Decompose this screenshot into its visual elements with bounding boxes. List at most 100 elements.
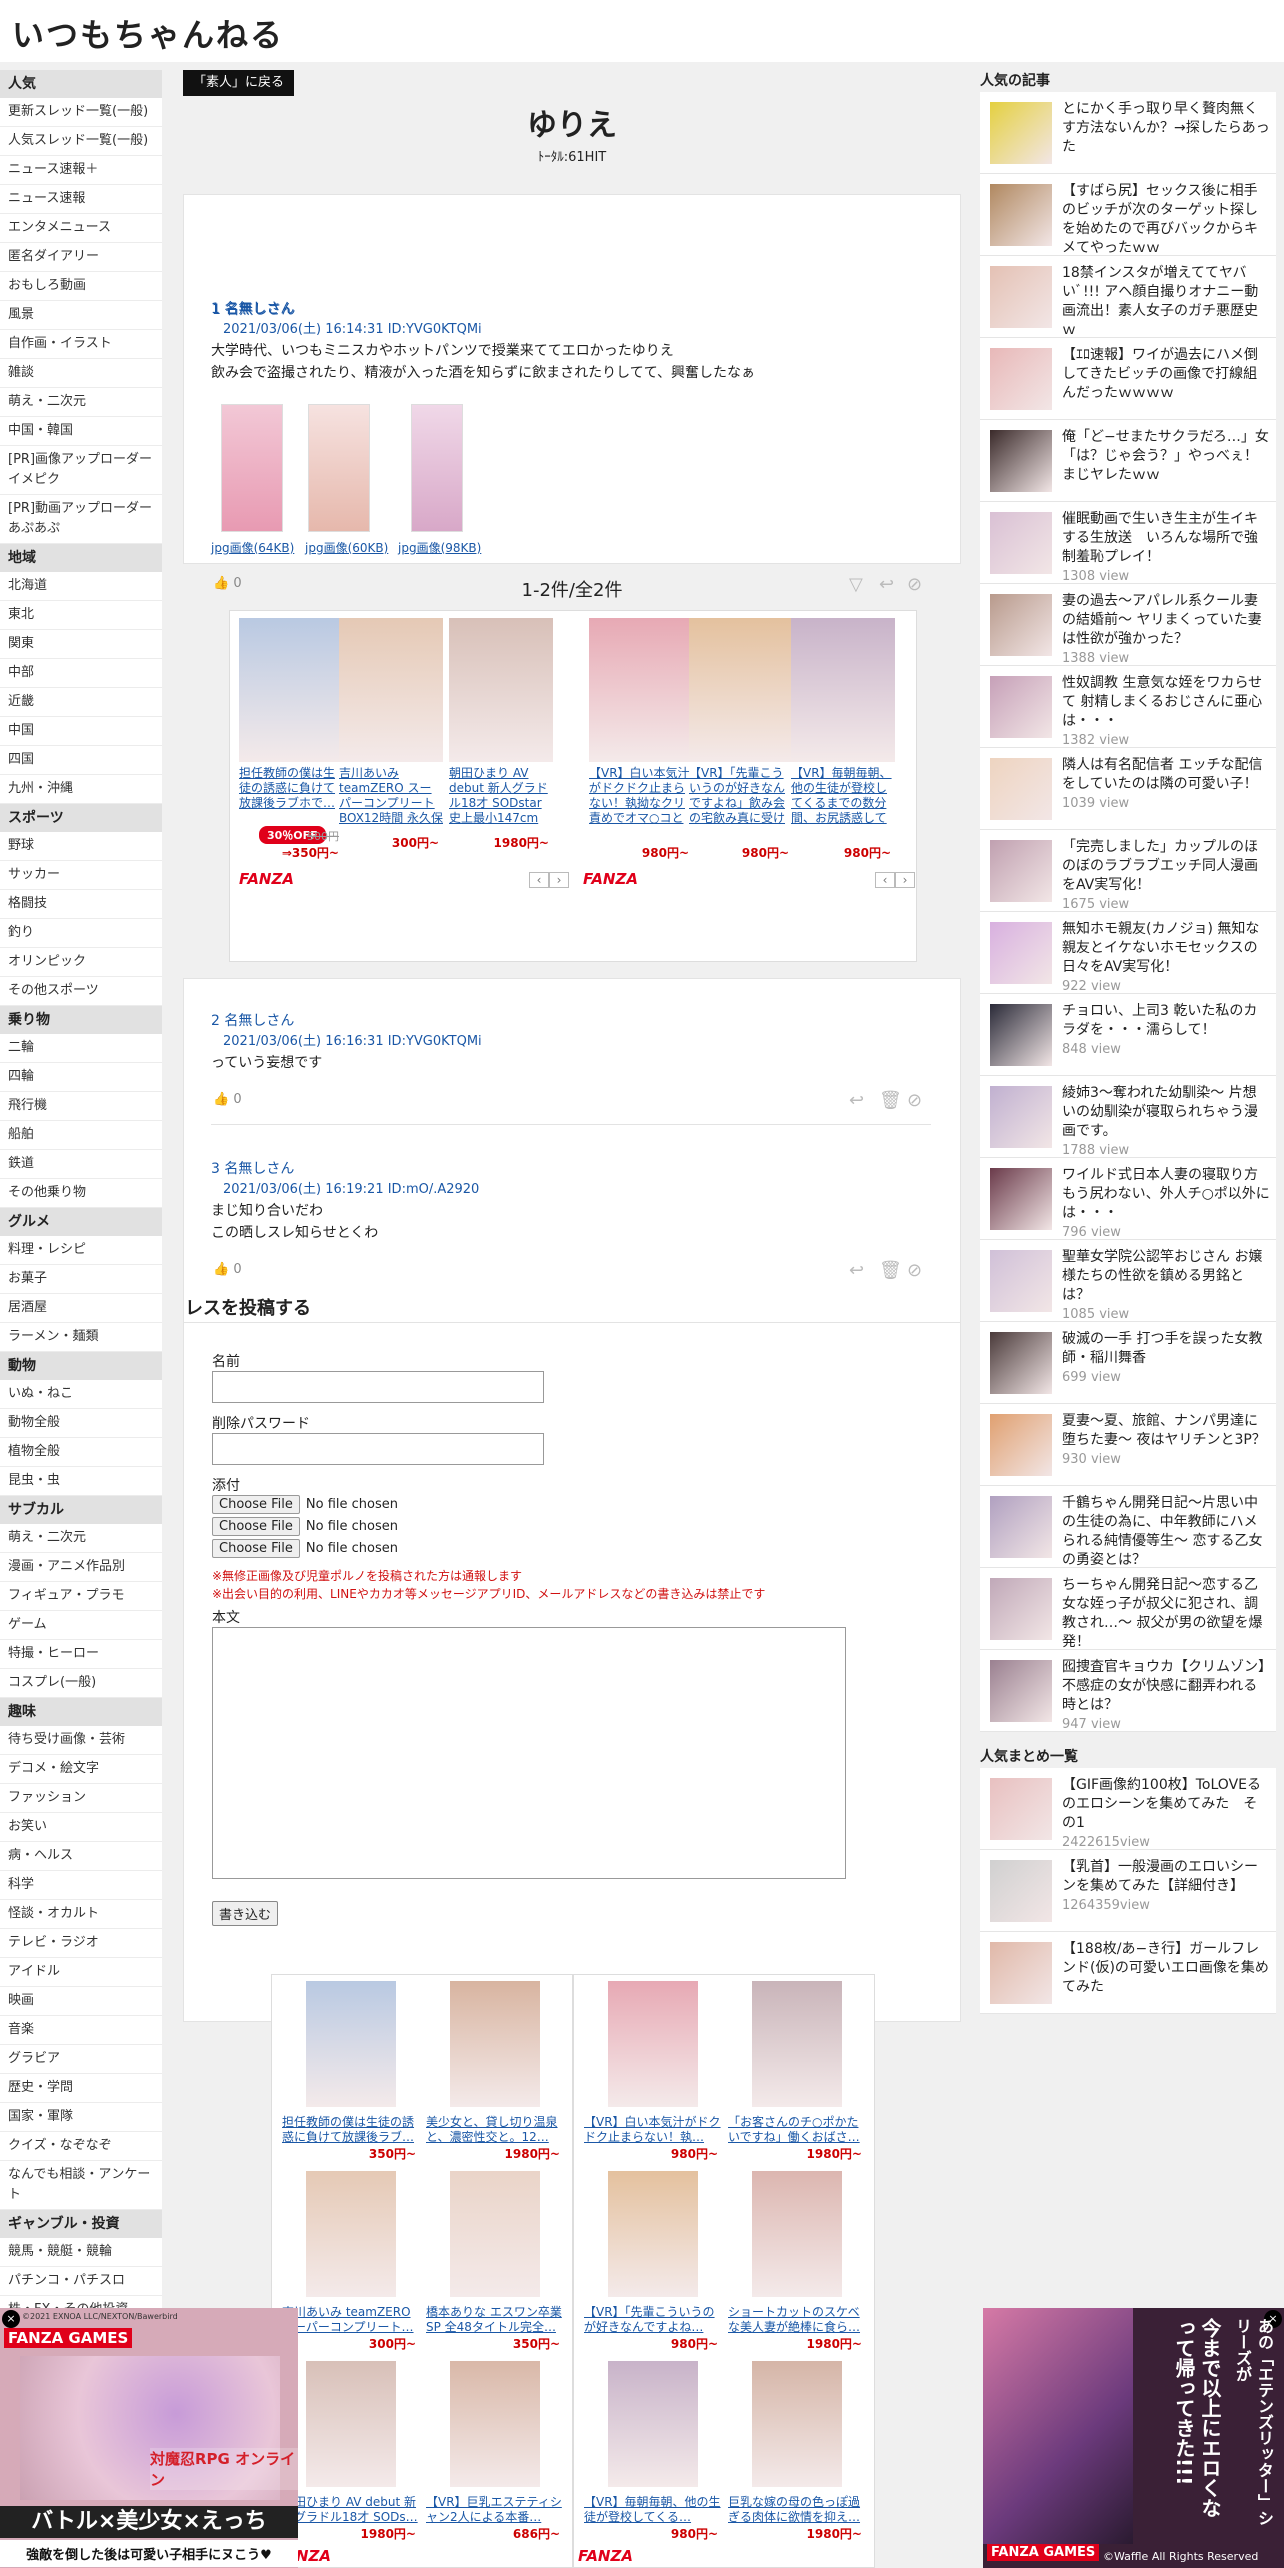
article-item[interactable]: 【GIF画像約100枚】ToLOVEるのエロシーンを集めてみた その1 24226… [980, 1768, 1276, 1850]
attached-image[interactable] [411, 404, 463, 532]
nav-item[interactable]: 歴史・学問 [0, 2074, 162, 2103]
ad-title[interactable]: 「お客さんのチ○ポかたいですね」働くおばさ… [728, 2115, 866, 2145]
article-thumbnail[interactable] [990, 676, 1052, 738]
nav-item[interactable]: 関東 [0, 630, 162, 659]
nav-item[interactable]: いぬ・ねこ [0, 1380, 162, 1409]
ad-title[interactable]: 巨乳な嫁の母の色っぽ過ぎる肉体に欲情を抑え… [728, 2495, 866, 2525]
article-thumbnail[interactable] [990, 1168, 1052, 1230]
trash-icon[interactable]: 🗑 [879, 1090, 902, 1111]
article-title[interactable]: 【ｴﾛ速報】ワイが過去にハメ倒してきたビッチの画像で打線組んだったｗｗｗｗ [1062, 347, 1258, 401]
nav-item[interactable]: 待ち受け画像・芸術 [0, 1726, 162, 1755]
article-item[interactable]: 【188枚/あ−き行】ガールフレンド(仮)の可愛いエロ画像を集めてみた [980, 1932, 1276, 2014]
nav-item[interactable]: 中部 [0, 659, 162, 688]
nav-item[interactable]: クイズ・なぞなぞ [0, 2132, 162, 2161]
article-thumbnail[interactable] [990, 1860, 1052, 1922]
nav-item[interactable]: ラーメン・麺類 [0, 1323, 162, 1352]
choose-file-button[interactable]: Choose File [212, 1495, 300, 1514]
prev-arrow-icon[interactable]: ‹ [875, 872, 895, 888]
nav-item[interactable]: 萌え・二次元 [0, 388, 162, 417]
ad-title[interactable]: 【VR】毎朝毎朝、他の生徒が登校してくる… [584, 2495, 722, 2525]
article-thumbnail[interactable] [990, 1250, 1052, 1312]
article-title[interactable]: 隣人は有名配信者 エッチな配信をしていたのは隣の可愛い子！ [1062, 757, 1262, 792]
article-thumbnail[interactable] [990, 348, 1052, 410]
nav-item[interactable]: 漫画・アニメ作品別 [0, 1553, 162, 1582]
next-arrow-icon[interactable]: › [895, 872, 915, 888]
reply-icon[interactable]: ↩ [849, 1260, 864, 1281]
article-thumbnail[interactable] [990, 1660, 1052, 1722]
ad-thumbnail[interactable] [752, 2171, 842, 2297]
nav-item[interactable]: なんでも相談・アンケート [0, 2161, 162, 2210]
article-title[interactable]: 夏妻～夏、旅館、ナンパ男達に堕ちた妻～ 夜はヤリチンと3P？ [1062, 1413, 1266, 1448]
nav-item[interactable]: 昆虫・虫 [0, 1467, 162, 1496]
nav-item[interactable]: その他乗り物 [0, 1179, 162, 1208]
nav-item[interactable]: 料理・レシピ [0, 1236, 162, 1265]
ad-product[interactable]: 【VR】「先輩こういうのが好きなんですよね… 980円~ [584, 2171, 722, 2357]
nav-item[interactable]: 雑談 [0, 359, 162, 388]
article-item[interactable]: ちーちゃん開発日記～恋する乙女な姪っ子が叔父に犯され、調教され…～ 叔父が男の欲… [980, 1568, 1276, 1650]
article-title[interactable]: チョロい、上司3 乾いた私のカラダを・・・濡らして！ [1062, 1003, 1257, 1038]
reply-icon[interactable]: ↩ [849, 1090, 864, 1111]
ad-title[interactable]: 美少女と、貸し切り温泉と、濃密性交と。12… [426, 2115, 564, 2145]
article-thumbnail[interactable] [990, 1332, 1052, 1394]
like-button[interactable]: 👍 0 [213, 1092, 242, 1107]
image-download-link[interactable]: jpg画像(60KB) [305, 539, 388, 556]
ad-title[interactable]: 【VR】巨乳エステティシャン2人による本番… [426, 2495, 564, 2525]
ad-thumbnail[interactable] [589, 618, 693, 762]
article-item[interactable]: 聖華女学院公認竿おじさん お嬢様たちの性欲を鎮める男銘とは？ 1085 view [980, 1240, 1276, 1322]
nav-item[interactable]: デコメ・絵文字 [0, 1755, 162, 1784]
file-input-2[interactable]: Choose File No file chosen [212, 1517, 398, 1536]
next-arrow-icon[interactable]: › [549, 872, 569, 888]
nav-item[interactable]: エンタメニュース [0, 214, 162, 243]
ad-product[interactable]: 【VR】白い本気汁がドクドク止まらない！執拗なクリ責めでオマ○コとろとろ汁くちゅ… [589, 618, 693, 868]
article-title[interactable]: 【188枚/あ−き行】ガールフレンド(仮)の可愛いエロ画像を集めてみた [1062, 1941, 1269, 1995]
ad-title[interactable]: ショートカットのスケベな美人妻が絶棒に食ら… [728, 2305, 866, 2335]
prev-arrow-icon[interactable]: ‹ [529, 872, 549, 888]
fanza-logo[interactable]: FANZA [239, 870, 294, 888]
article-item[interactable]: 【ｴﾛ速報】ワイが過去にハメ倒してきたビッチの画像で打線組んだったｗｗｗｗ [980, 338, 1276, 420]
article-thumbnail[interactable] [990, 1414, 1052, 1476]
article-title[interactable]: 聖華女学院公認竿おじさん お嬢様たちの性欲を鎮める男銘とは？ [1062, 1249, 1262, 1303]
ad-thumbnail[interactable] [689, 618, 793, 762]
article-thumbnail[interactable] [990, 1496, 1052, 1558]
article-item[interactable]: チョロい、上司3 乾いた私のカラダを・・・濡らして！ 848 view [980, 994, 1276, 1076]
nav-item[interactable]: 科学 [0, 1871, 162, 1900]
nav-item[interactable]: サッカー [0, 861, 162, 890]
article-title[interactable]: 破滅の一手 打つ手を誤った女教師・稲川舞香 [1062, 1331, 1262, 1366]
article-thumbnail[interactable] [990, 184, 1052, 246]
nav-item[interactable]: 音楽 [0, 2016, 162, 2045]
article-item[interactable]: 「完売しました」カップルのほのぼのラブラブエッチ同人漫画をAV実写化！ 1675 … [980, 830, 1276, 912]
article-item[interactable]: 【すばら尻】セックス後に相手のビッチが次のターゲット探しを始めたので再びバックか… [980, 174, 1276, 256]
article-item[interactable]: 隣人は有名配信者 エッチな配信をしていたのは隣の可愛い子！ 1039 view [980, 748, 1276, 830]
article-item[interactable]: とにかく手っ取り早く贅肉無くす方法ないんか？→探したらあった [980, 92, 1276, 174]
nav-item[interactable]: テレビ・ラジオ [0, 1929, 162, 1958]
article-item[interactable]: 無知ホモ親友(カノジョ) 無知な親友とイケないホモセックスの日々をAV実写化！ 9… [980, 912, 1276, 994]
article-thumbnail[interactable] [990, 1942, 1052, 2004]
nav-item[interactable]: [PR]動画アップローダー あぷあぷ [0, 495, 162, 544]
nav-item[interactable]: 野球 [0, 832, 162, 861]
ad-title[interactable]: 【VR】白い本気汁がドクドク止まらない！執拗なクリ責めでオマ○コとろとろ汁くちゅ… [589, 766, 693, 826]
article-title[interactable]: 【すばら尻】セックス後に相手のビッチが次のターゲット探しを始めたので再びバックか… [1062, 183, 1258, 256]
article-title[interactable]: 俺「ど−せまたサクラだろ…」女「は？じゃ会う？」やっべぇ！まじヤレたｗｗ [1062, 429, 1269, 483]
article-title[interactable]: 18禁インスタが増えててヤバいﾞ!!! アヘ顔自撮りオナニー動画流出！素人女子の… [1062, 265, 1258, 338]
ad-thumbnail[interactable] [339, 618, 443, 762]
article-thumbnail[interactable] [990, 594, 1052, 656]
ad-product[interactable]: 橋本ありな エスワン卒業SP 全48タイトル完全… 350円~ [426, 2171, 564, 2357]
ad-product[interactable]: 朝田ひまり AV debut 新人グラドル18才 SODs… 1980円~ [282, 2361, 420, 2547]
nav-item[interactable]: 北海道 [0, 572, 162, 601]
ad-thumbnail[interactable] [608, 2361, 698, 2487]
nav-item[interactable]: お菓子 [0, 1265, 162, 1294]
ad-product[interactable]: 【VR】「先輩こういうのが好きなんですよね」飲み会の宅飲み真に受けてコートの中は… [689, 618, 793, 868]
article-thumbnail[interactable] [990, 758, 1052, 820]
ad-thumbnail[interactable] [752, 1981, 842, 2107]
nav-item[interactable]: 競馬・競艇・競輪 [0, 2238, 162, 2267]
ad-thumbnail[interactable] [450, 1981, 540, 2107]
nav-item[interactable]: 東北 [0, 601, 162, 630]
nav-item[interactable]: 自作画・イラスト [0, 330, 162, 359]
ad-product[interactable]: 担任教師の僕は生徒の誘惑に負けて放課後ラブホで… 30％OFF 500円 ⇒350円~ [239, 618, 343, 868]
fanza-logo[interactable]: FANZA [578, 2547, 633, 2565]
image-download-link[interactable]: jpg画像(98KB) [398, 539, 481, 556]
nav-item[interactable]: 特撮・ヒーロー [0, 1640, 162, 1669]
ad-product[interactable]: 美少女と、貸し切り温泉と、濃密性交と。12… 1980円~ [426, 1981, 564, 2167]
choose-file-button[interactable]: Choose File [212, 1517, 300, 1536]
game-banner-right[interactable]: × 今まで以上にエロくなって帰ってきた!!! あの「エテンズリッター」シリーズが… [983, 2308, 1284, 2568]
